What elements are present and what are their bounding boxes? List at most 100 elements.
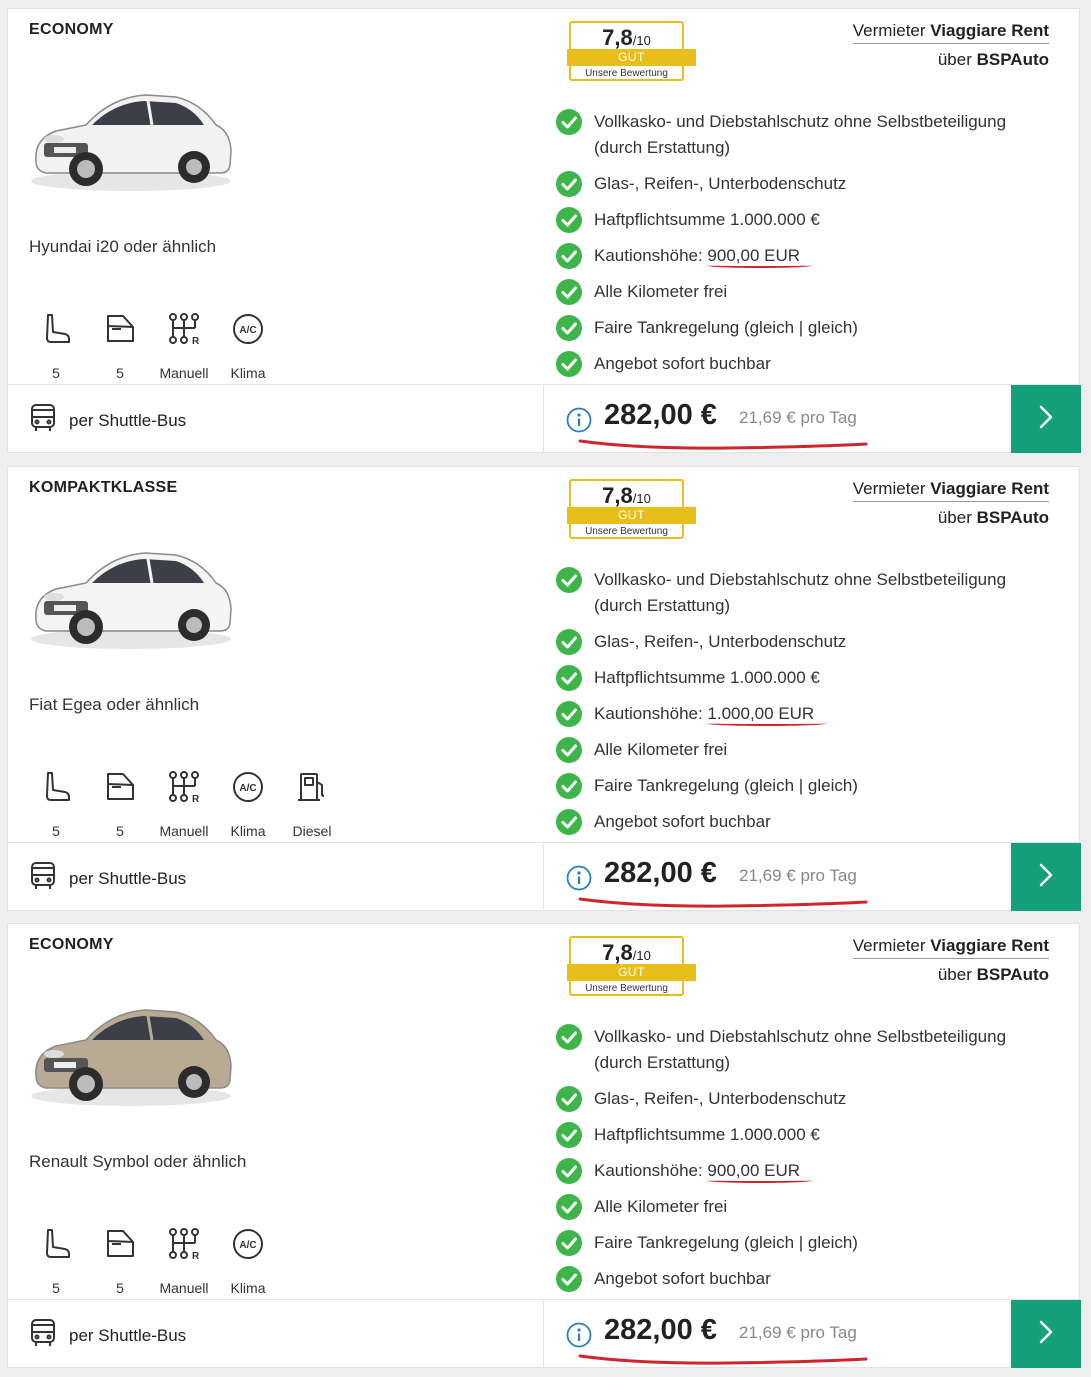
check-icon [556, 737, 582, 763]
rating-subtitle: Unsere Bewertung [585, 983, 668, 994]
svg-text:R: R [192, 1251, 200, 1261]
benefit-item: Alle Kilometer frei [556, 1194, 1056, 1220]
check-icon [556, 315, 582, 341]
price-per-day: 21,69 € pro Tag [739, 1323, 857, 1342]
rating-scale: /10 [632, 491, 651, 506]
ac-icon: A/C [231, 770, 265, 809]
check-icon [556, 1024, 582, 1050]
feature-ac: A/C Klima [216, 770, 280, 839]
ac-icon: A/C [231, 312, 265, 351]
total-price: 282,00 € [604, 857, 717, 889]
vendor-name[interactable]: Viaggiare Rent [930, 936, 1049, 955]
check-icon [556, 1158, 582, 1184]
check-icon [556, 809, 582, 835]
benefit-item: Haftpflichtsumme 1.000.000 € [556, 665, 1056, 691]
broker-name: BSPAuto [976, 50, 1049, 69]
svg-text:R: R [192, 794, 200, 804]
offer-footer: per Shuttle-Bus 282,00 € 21,69 € pro Tag [8, 1299, 1081, 1368]
feature-gearbox: R Manuell [152, 1227, 216, 1296]
offer-card[interactable]: ECONOMY Hyundai i20 oder ähnlich 5 5 R Manuel… [7, 8, 1081, 453]
check-icon [556, 1086, 582, 1112]
car-category: ECONOMY [29, 936, 114, 953]
feature-label: Diesel [292, 823, 332, 839]
info-icon[interactable] [566, 1322, 592, 1348]
benefit-text: Alle Kilometer frei [594, 282, 728, 301]
seat-icon [39, 312, 73, 351]
feature-seat: 5 [24, 770, 88, 839]
benefit-text: Faire Tankregelung (gleich | gleich) [594, 1233, 858, 1252]
benefit-item: Vollkasko- und Diebstahlschutz ohne Selb… [556, 567, 1056, 619]
price-per-day: 21,69 € pro Tag [739, 866, 857, 885]
check-icon [556, 773, 582, 799]
rating-badge[interactable]: 7,8/10 GUT Unsere Bewertung [565, 936, 696, 1000]
check-icon [556, 279, 582, 305]
car-image[interactable] [26, 984, 236, 1114]
price-area: 282,00 € 21,69 € pro Tag [543, 385, 1011, 453]
seat-icon [39, 770, 73, 809]
check-icon [556, 665, 582, 691]
select-offer-button[interactable] [1011, 843, 1081, 911]
rating-badge[interactable]: 7,8/10 GUT Unsere Bewertung [565, 479, 696, 543]
gearbox-icon: R [167, 1227, 201, 1266]
gearbox-icon: R [167, 770, 201, 809]
feature-seat: 5 [24, 312, 88, 381]
total-price: 282,00 € [604, 399, 717, 431]
check-icon [556, 171, 582, 197]
benefit-item: Alle Kilometer frei [556, 279, 1056, 305]
offer-details: 7,8/10 GUT Unsere Bewertung Vermieter Viagg… [544, 467, 1081, 842]
transfer-text: per Shuttle-Bus [69, 868, 187, 888]
offer-card[interactable]: KOMPAKTKLASSE Fiat Egea oder ähnlich 5 5 R Ma… [7, 466, 1081, 911]
chevron-right-icon [1034, 402, 1058, 437]
feature-label: Klima [230, 823, 266, 839]
price-area: 282,00 € 21,69 € pro Tag [543, 1300, 1011, 1368]
rating-score: 7,8/10 [571, 483, 682, 509]
feature-label: Klima [230, 1280, 266, 1296]
car-features: 5 5 R Manuell A/C Klima [24, 312, 280, 381]
check-icon [556, 629, 582, 655]
door-icon [103, 312, 137, 351]
deposit-item: Kautionshöhe: 900,00 EUR [556, 1158, 1056, 1184]
rating-scale: /10 [632, 33, 651, 48]
rating-box: 7,8/10 GUT Unsere Bewertung [567, 21, 696, 81]
feature-ac: A/C Klima [216, 312, 280, 381]
car-image[interactable] [26, 527, 236, 657]
offer-card[interactable]: ECONOMY Renault Symbol oder ähnlich 5 5 R Man… [7, 923, 1081, 1368]
deposit-value: 900,00 EUR [707, 246, 801, 265]
price-annotation [578, 897, 868, 908]
info-icon[interactable] [566, 407, 592, 433]
select-offer-button[interactable] [1011, 385, 1081, 453]
deposit-value: 900,00 EUR [707, 1161, 801, 1180]
feature-fuel-pump: Diesel [280, 770, 344, 839]
check-icon [556, 701, 582, 727]
info-icon[interactable] [566, 865, 592, 891]
door-icon [103, 1227, 137, 1266]
door-icon [103, 770, 137, 809]
deposit-label: Kautionshöhe: [594, 1161, 708, 1180]
benefit-text: Glas-, Reifen-, Unterbodenschutz [594, 174, 847, 193]
rating-badge[interactable]: 7,8/10 GUT Unsere Bewertung [565, 21, 696, 85]
price-area: 282,00 € 21,69 € pro Tag [543, 843, 1011, 911]
check-icon [556, 109, 582, 135]
benefit-text: Faire Tankregelung (gleich | gleich) [594, 776, 858, 795]
feature-label: 5 [52, 823, 60, 839]
benefit-text: Angebot sofort buchbar [594, 1269, 771, 1288]
chevron-right-icon [1034, 860, 1058, 895]
select-offer-button[interactable] [1011, 1300, 1081, 1368]
car-image[interactable] [26, 69, 236, 199]
check-icon [556, 1122, 582, 1148]
vendor-info: Vermieter Viaggiare Rent über BSPAuto [852, 936, 1049, 985]
price-annotation [578, 1354, 868, 1365]
vendor-name[interactable]: Viaggiare Rent [930, 21, 1049, 40]
benefit-text: Haftpflichtsumme 1.000.000 € [594, 668, 820, 687]
broker-name: BSPAuto [976, 508, 1049, 527]
rating-score: 7,8/10 [571, 940, 682, 966]
vendor-name[interactable]: Viaggiare Rent [930, 479, 1049, 498]
broker-prefix: über [937, 508, 977, 527]
benefit-text: Faire Tankregelung (gleich | gleich) [594, 318, 858, 337]
rating-value: 7,8 [602, 483, 633, 508]
benefit-text: Glas-, Reifen-, Unterbodenschutz [594, 1089, 847, 1108]
feature-gearbox: R Manuell [152, 312, 216, 381]
bus-icon [29, 403, 69, 438]
vendor-info: Vermieter Viaggiare Rent über BSPAuto [852, 21, 1049, 70]
offer-footer: per Shuttle-Bus 282,00 € 21,69 € pro Tag [8, 384, 1081, 453]
